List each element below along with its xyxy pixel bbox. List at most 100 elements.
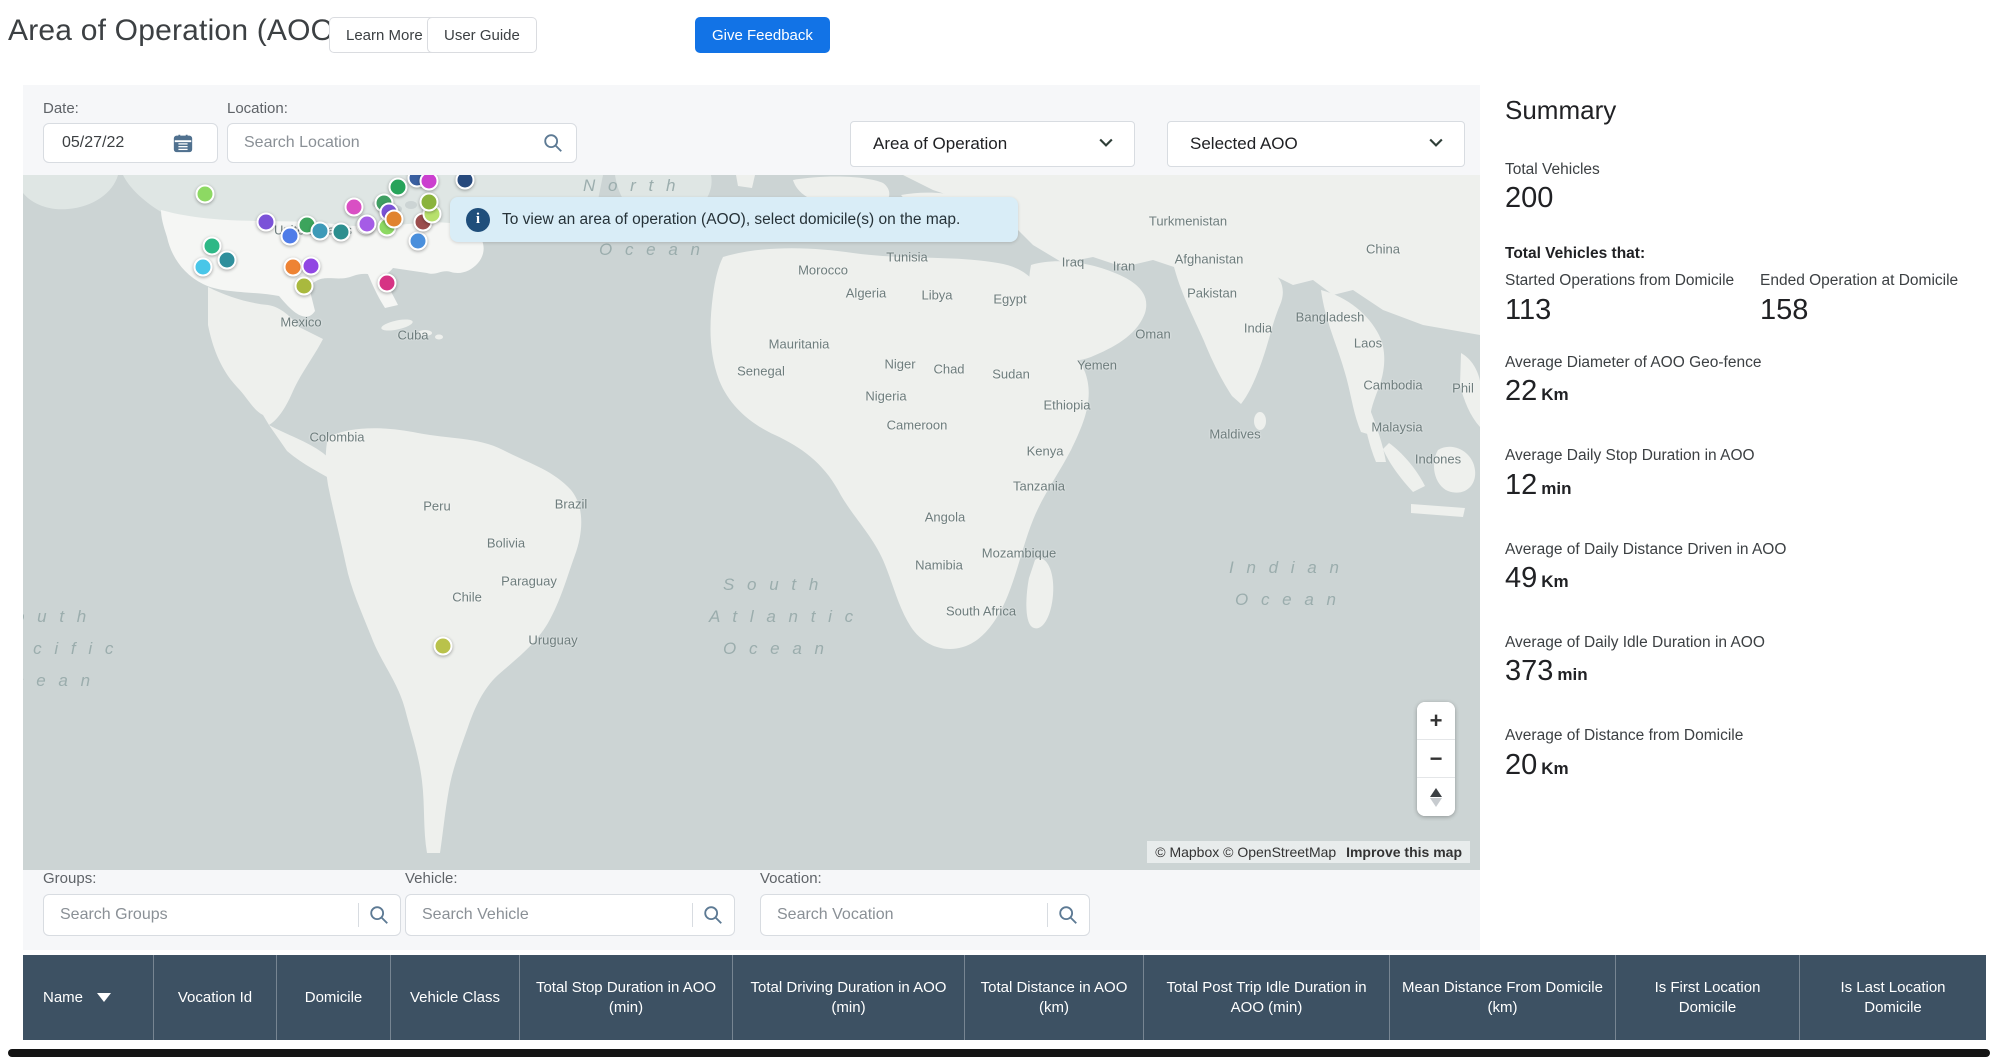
- column-header-domicile[interactable]: Domicile: [277, 955, 391, 1040]
- map-country-label: Chile: [452, 590, 482, 605]
- column-header-vehicle-class[interactable]: Vehicle Class: [391, 955, 520, 1040]
- summary-stat-label: Average of Distance from Domicile: [1505, 726, 1985, 745]
- input-divider: [358, 903, 359, 927]
- summary-stat-value: 373min: [1505, 655, 1985, 688]
- location-search-input[interactable]: [244, 134, 542, 152]
- domicile-marker[interactable]: [257, 213, 276, 232]
- summary-stat: Average of Daily Idle Duration in AOO373…: [1505, 633, 1985, 688]
- date-field[interactable]: [43, 123, 218, 163]
- user-guide-button[interactable]: User Guide: [427, 17, 537, 53]
- page-title: Area of Operation (AOO): [8, 14, 344, 48]
- domicile-marker[interactable]: [295, 277, 314, 296]
- domicile-marker[interactable]: [332, 223, 351, 242]
- domicile-marker[interactable]: [345, 198, 364, 217]
- map-country-label: Pakistan: [1187, 286, 1237, 301]
- vehicles-that-stat-value: 158: [1760, 294, 1985, 327]
- vocation-search-icon[interactable]: [1057, 904, 1079, 926]
- zoom-in-button[interactable]: +: [1417, 702, 1455, 740]
- sort-desc-icon: [97, 993, 111, 1002]
- groups-search-input[interactable]: [60, 906, 358, 924]
- groups-search-icon[interactable]: [368, 904, 390, 926]
- vocation-search-field[interactable]: [760, 894, 1090, 936]
- vehicle-label: Vehicle:: [405, 870, 735, 887]
- island: [435, 335, 443, 340]
- osm-attribution-link[interactable]: © OpenStreetMap: [1223, 844, 1336, 860]
- vehicle-search-icon[interactable]: [702, 904, 724, 926]
- map-country-label: Afghanistan: [1175, 252, 1244, 267]
- info-banner-text: To view an area of operation (AOO), sele…: [502, 211, 960, 229]
- aoo-dashboard: { "page": { "title": "Area of Operation …: [0, 0, 1999, 1058]
- column-header-mean-distance-from-domicile-km[interactable]: Mean Distance From Domicile (km): [1390, 955, 1616, 1040]
- domicile-marker[interactable]: [194, 258, 213, 277]
- column-header-label: Is First Location Domicile: [1626, 978, 1789, 1017]
- map-country-label: Cambodia: [1363, 378, 1422, 393]
- column-header-name[interactable]: Name: [23, 955, 154, 1040]
- vehicles-that-stat-label: Started Operations from Domicile: [1505, 271, 1760, 290]
- domicile-marker[interactable]: [409, 232, 428, 251]
- window-bottom-bar: [8, 1049, 1990, 1057]
- map-country-label: Bangladesh: [1296, 310, 1365, 325]
- ocean-label: N o r t h: [583, 176, 679, 196]
- mapbox-attribution-link[interactable]: © Mapbox: [1155, 844, 1219, 860]
- column-header-is-last-location-domicile[interactable]: Is Last Location Domicile: [1800, 955, 1986, 1040]
- date-input[interactable]: [62, 134, 172, 152]
- column-header-total-distance-in-aoo-km[interactable]: Total Distance in AOO (km): [965, 955, 1144, 1040]
- domicile-marker[interactable]: [420, 193, 439, 212]
- map-country-label: Tunisia: [886, 250, 927, 265]
- domicile-marker[interactable]: [389, 178, 408, 197]
- domicile-marker[interactable]: [302, 257, 321, 276]
- domicile-marker[interactable]: [358, 215, 377, 234]
- domicile-marker[interactable]: [218, 251, 237, 270]
- domicile-marker[interactable]: [203, 237, 222, 256]
- map-country-label: Mozambique: [982, 546, 1056, 561]
- location-search-field[interactable]: [227, 123, 577, 163]
- vehicle-search-input[interactable]: [422, 906, 692, 924]
- domicile-marker[interactable]: [281, 227, 300, 246]
- selected-aoo-dropdown[interactable]: Selected AOO: [1167, 121, 1465, 167]
- vehicle-search-field[interactable]: [405, 894, 735, 936]
- vocation-search-input[interactable]: [777, 906, 1047, 924]
- domicile-marker[interactable]: [378, 274, 397, 293]
- calendar-icon[interactable]: [172, 132, 194, 154]
- summary-stat-unit: Km: [1541, 759, 1568, 778]
- column-header-label: Is Last Location Domicile: [1810, 978, 1976, 1017]
- domicile-marker[interactable]: [311, 222, 330, 241]
- map-country-label: Peru: [423, 499, 450, 514]
- ocean-label: o u t h: [23, 607, 90, 627]
- groups-search-field[interactable]: [43, 894, 401, 936]
- give-feedback-button[interactable]: Give Feedback: [695, 17, 830, 53]
- column-header-total-stop-duration-in-aoo-min[interactable]: Total Stop Duration in AOO (min): [520, 955, 733, 1040]
- vocation-filter-group: Vocation:: [760, 870, 1090, 936]
- map-country-label: Kenya: [1027, 444, 1064, 459]
- lake: [405, 201, 417, 209]
- column-header-vocation-id[interactable]: Vocation Id: [154, 955, 277, 1040]
- summary-stat: Average of Daily Distance Driven in AOO4…: [1505, 540, 1985, 595]
- world-map-svg: [23, 175, 1480, 870]
- learn-more-button[interactable]: Learn More: [329, 17, 440, 53]
- column-header-total-post-trip-idle-duration-in-aoo-min[interactable]: Total Post Trip Idle Duration in AOO (mi…: [1144, 955, 1390, 1040]
- summary-stats: Average Diameter of AOO Geo-fence22KmAve…: [1505, 353, 1985, 782]
- improve-map-link[interactable]: Improve this map: [1346, 844, 1462, 860]
- domicile-marker[interactable]: [284, 258, 303, 277]
- ocean-label: S o u t h: [723, 575, 822, 595]
- domicile-marker[interactable]: [434, 637, 453, 656]
- zoom-out-button[interactable]: −: [1417, 740, 1455, 778]
- location-search-icon[interactable]: [542, 132, 564, 154]
- vehicles-that-row: Started Operations from Domicile113Ended…: [1505, 271, 1985, 326]
- location-label: Location:: [227, 100, 288, 117]
- column-header-label: Vehicle Class: [410, 988, 500, 1008]
- domicile-marker[interactable]: [385, 210, 404, 229]
- column-header-label: Total Post Trip Idle Duration in AOO (mi…: [1154, 978, 1379, 1017]
- map-country-label: Iraq: [1062, 255, 1084, 270]
- domicile-marker[interactable]: [196, 185, 215, 204]
- info-banner: i To view an area of operation (AOO), se…: [450, 197, 1018, 242]
- compass-button[interactable]: [1417, 778, 1455, 816]
- column-header-is-first-location-domicile[interactable]: Is First Location Domicile: [1616, 955, 1800, 1040]
- area-of-operation-dropdown[interactable]: Area of Operation: [850, 121, 1135, 167]
- summary-stat-label: Average of Daily Distance Driven in AOO: [1505, 540, 1985, 559]
- column-header-total-driving-duration-in-aoo-min[interactable]: Total Driving Duration in AOO (min): [733, 955, 965, 1040]
- summary-stat-label: Average Diameter of AOO Geo-fence: [1505, 353, 1985, 372]
- landmass-java: [1411, 504, 1465, 517]
- vocation-label: Vocation:: [760, 870, 1090, 887]
- map-canvas[interactable]: N o r t hO c e a nS o u t hA t l a n t i…: [23, 175, 1480, 870]
